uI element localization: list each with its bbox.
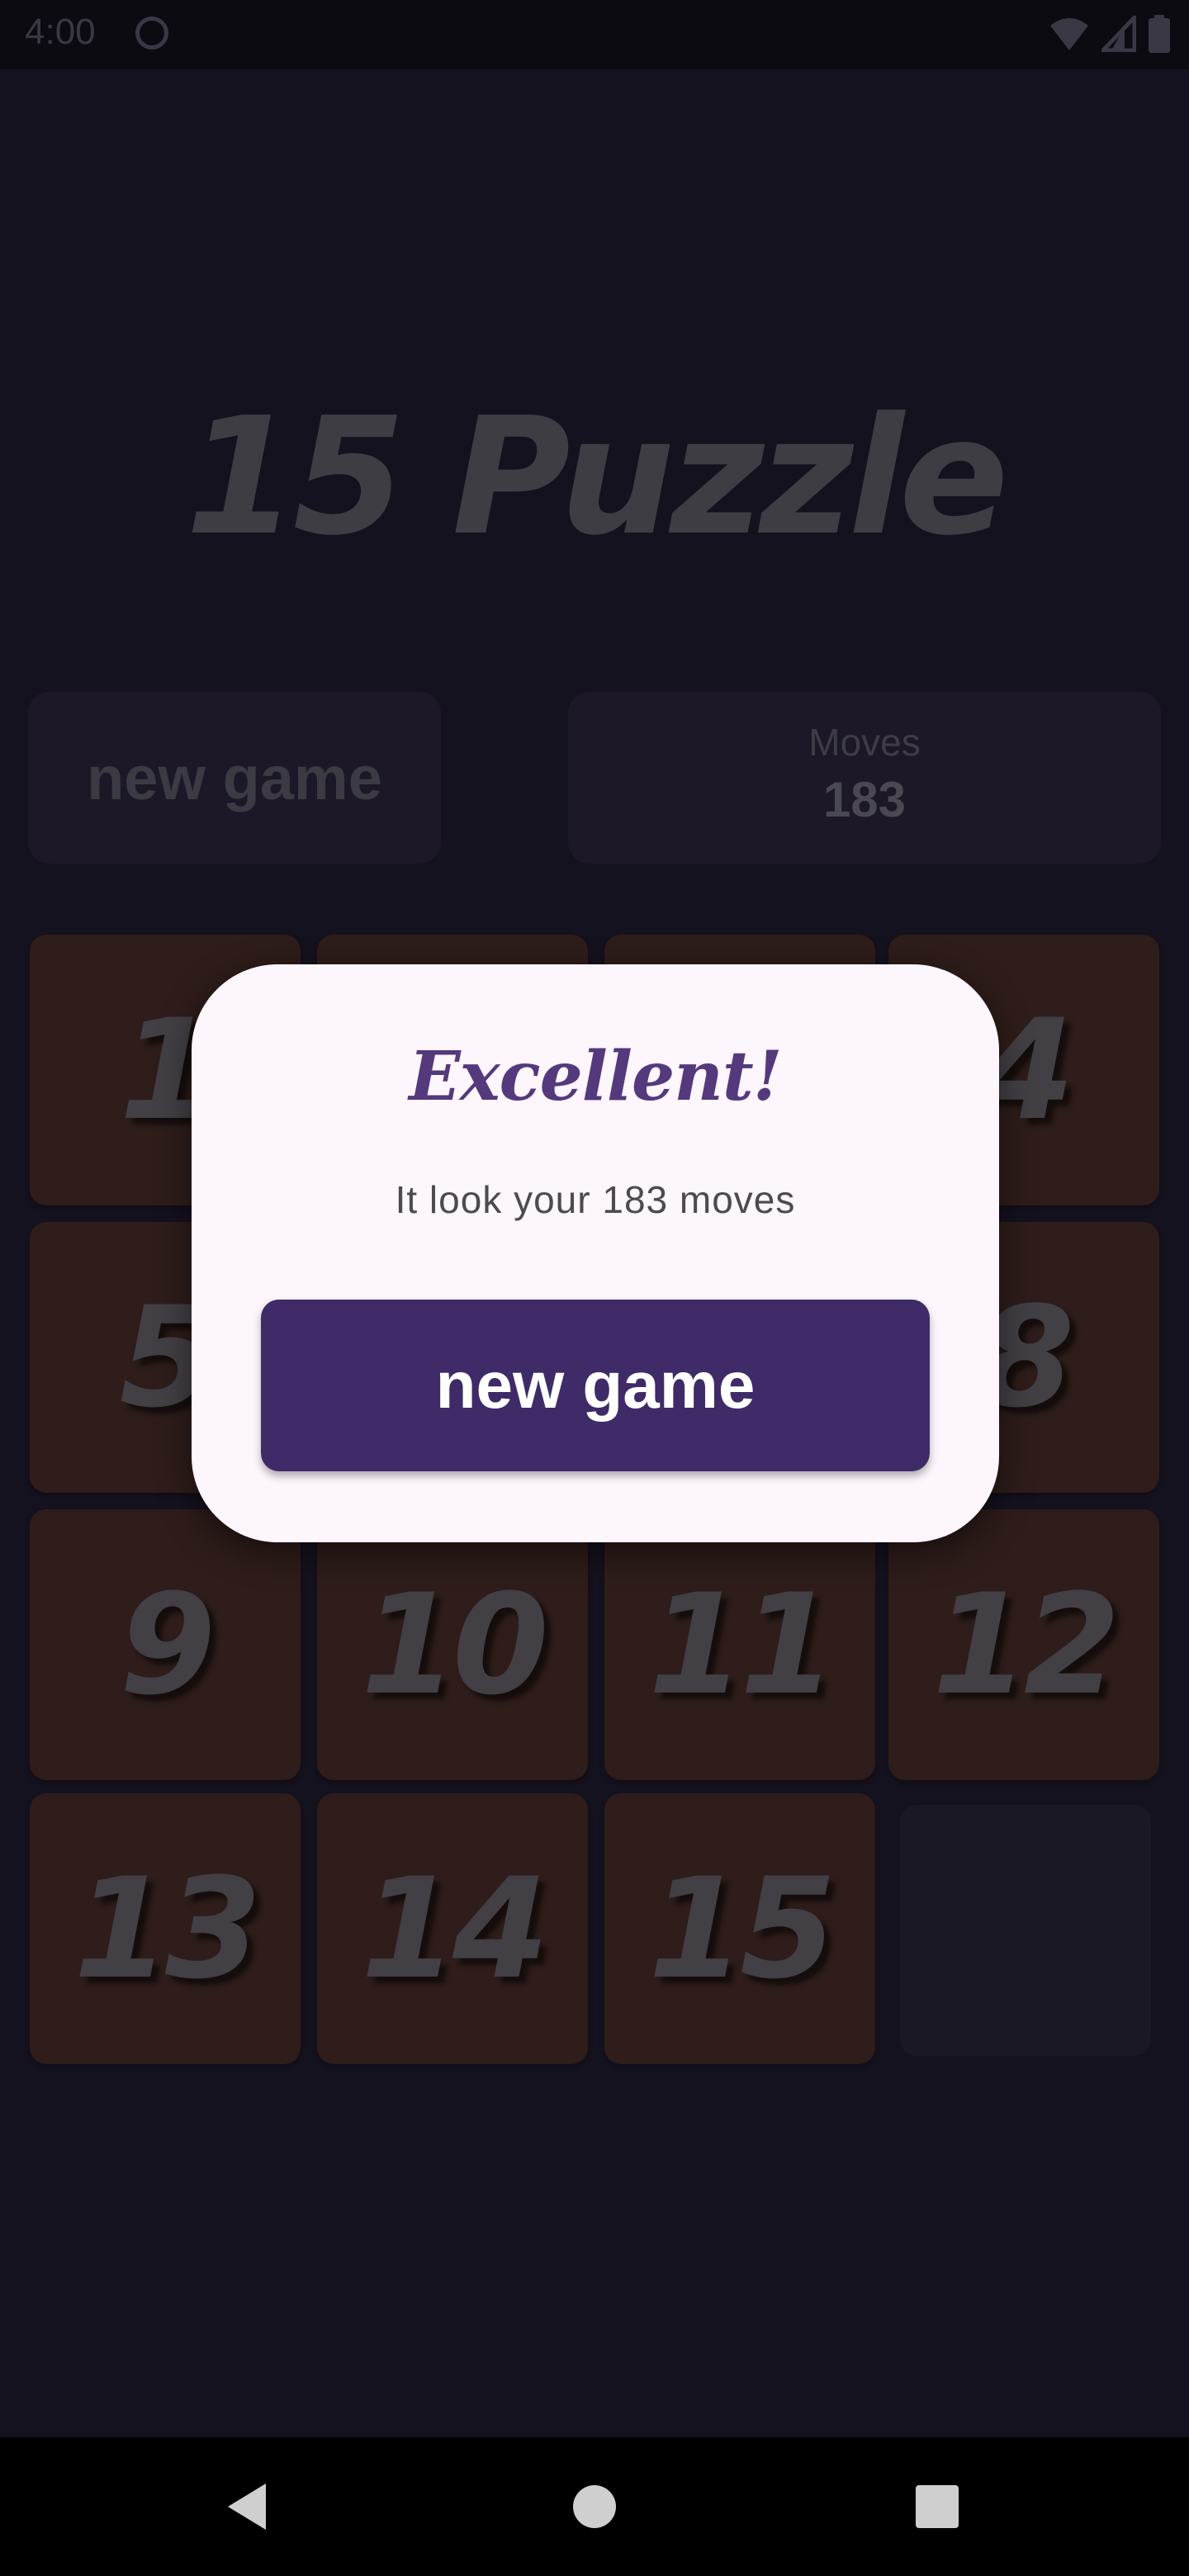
wifi-icon: [1050, 18, 1088, 50]
signal-icon: [1101, 16, 1136, 52]
empty-slot: [900, 1805, 1151, 2056]
moves-label: Moves: [808, 721, 921, 764]
moves-counter: Moves 183: [568, 692, 1161, 864]
dialog-new-game-button[interactable]: new game: [261, 1300, 930, 1471]
tile[interactable]: 13: [30, 1793, 301, 2064]
dialog-message: It look your 183 moves: [395, 1178, 796, 1221]
new-game-label: new game: [87, 743, 382, 812]
tile[interactable]: 11: [604, 1509, 875, 1780]
tile[interactable]: 9: [30, 1509, 301, 1780]
tile[interactable]: 14: [317, 1793, 588, 2064]
tile[interactable]: 10: [317, 1509, 588, 1780]
home-icon: [573, 2485, 616, 2528]
status-bar: 4:00: [0, 0, 1189, 69]
tile[interactable]: 12: [888, 1509, 1159, 1780]
game-screen: 4:00 15 Puzzle new game Moves 183 1 2: [0, 0, 1189, 2576]
navigation-bar: [0, 2437, 1189, 2576]
battery-icon: [1149, 15, 1170, 53]
moves-value: 183: [822, 772, 907, 827]
status-time: 4:00: [25, 12, 96, 52]
tile[interactable]: 15: [604, 1793, 875, 2064]
recents-icon: [916, 2485, 959, 2528]
recents-button[interactable]: [871, 2437, 1003, 2576]
status-icons: [1049, 15, 1171, 53]
win-dialog: Excellent! It look your 183 moves new ga…: [192, 964, 999, 1542]
back-icon: [228, 2484, 266, 2530]
new-game-button[interactable]: new game: [28, 692, 441, 864]
home-button[interactable]: [528, 2437, 661, 2576]
do-not-disturb-icon: [135, 17, 168, 50]
dialog-title: Excellent!: [409, 1037, 782, 1116]
app-title: 15 Puzzle: [185, 383, 1008, 571]
back-button[interactable]: [182, 2437, 314, 2576]
